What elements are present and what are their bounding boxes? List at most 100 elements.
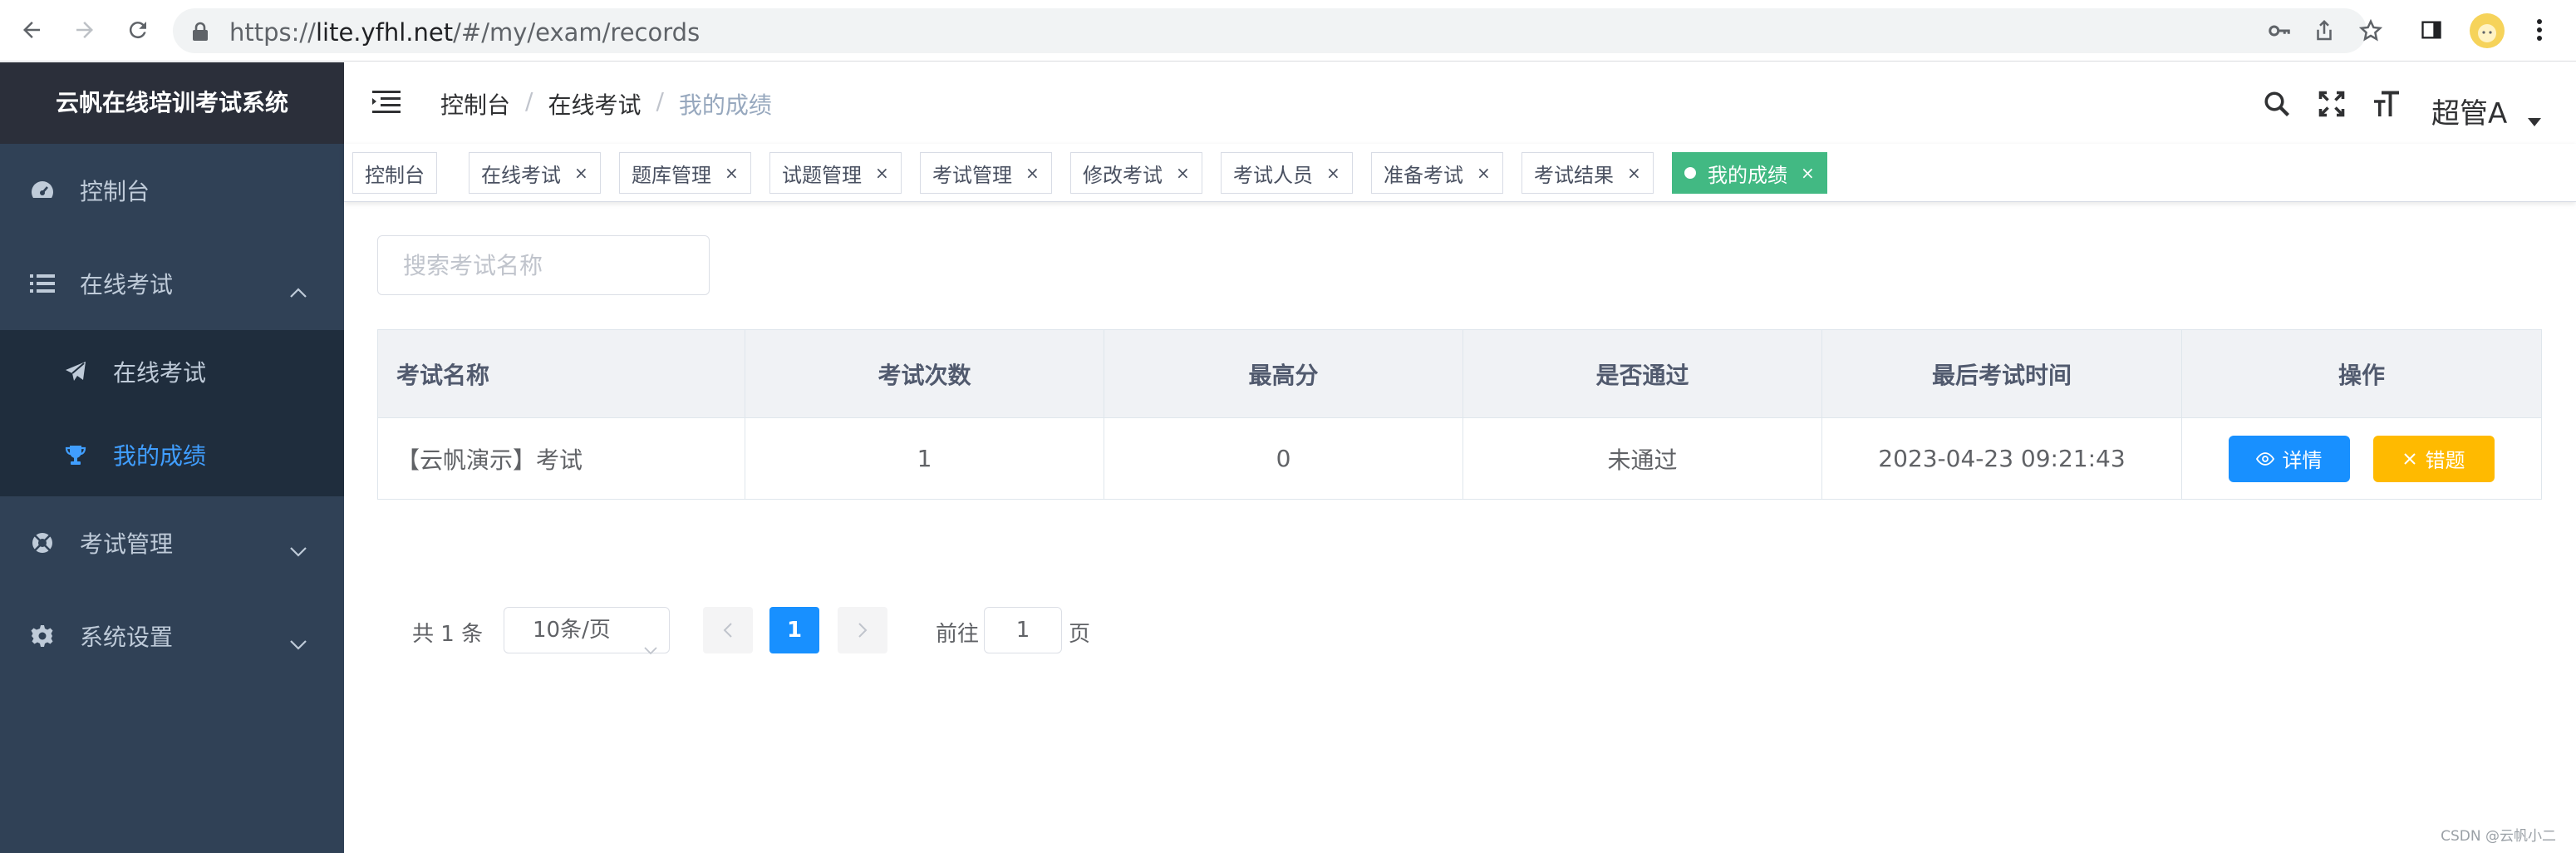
column-header-last-time: 最后考试时间 [1821, 329, 2182, 418]
goto-label: 前往 [936, 622, 980, 647]
address-bar[interactable]: https://lite.yfhl.net/#/my/exam/records [173, 8, 2383, 53]
sidebar: 云帆在线培训考试系统 控制台 在线考试 在线考试 我的成绩 考试管理 系统设置 [0, 62, 344, 853]
column-header-exam-name: 考试名称 [377, 329, 745, 418]
fullscreen-icon[interactable] [2313, 86, 2350, 122]
close-icon[interactable]: × [1326, 163, 1340, 183]
tag-label: 修改考试 [1083, 163, 1163, 187]
sidebar-item-label: 在线考试 [80, 271, 174, 298]
sidebar-subitem-label: 在线考试 [113, 359, 207, 387]
browser-toolbar: https://lite.yfhl.net/#/my/exam/records [0, 0, 2576, 62]
side-panel-icon[interactable] [2413, 12, 2450, 48]
close-icon[interactable]: × [725, 163, 739, 183]
forward-icon[interactable] [66, 12, 103, 48]
dashboard-icon [30, 178, 55, 203]
back-icon[interactable] [13, 12, 50, 48]
pagination-total: 共 1 条 [412, 622, 484, 647]
tag-edit-exam[interactable]: 修改考试 × [1070, 152, 1202, 194]
close-icon [2403, 452, 2416, 466]
sidebar-subitem-my-scores[interactable]: 我的成绩 [0, 413, 344, 496]
paper-plane-icon [63, 359, 88, 384]
table-header-row: 考试名称 考试次数 最高分 是否通过 最后考试时间 操作 [377, 329, 2542, 418]
close-icon[interactable]: × [1176, 163, 1190, 183]
share-icon[interactable] [2312, 18, 2337, 43]
app-title: 云帆在线培训考试系统 [0, 62, 344, 144]
tag-prepare-exam[interactable]: 准备考试 × [1371, 152, 1503, 194]
exam-records-table: 考试名称 考试次数 最高分 是否通过 最后考试时间 操作 【云帆演示】考试 1 … [377, 329, 2542, 500]
user-name[interactable]: 超管A [2431, 91, 2507, 131]
chevron-left-icon [723, 623, 732, 638]
close-icon[interactable]: × [1627, 163, 1641, 183]
column-header-actions: 操作 [2181, 329, 2542, 418]
reload-icon[interactable] [120, 12, 156, 48]
tags-view: 控制台 在线考试 × 题库管理 × 试题管理 × 考试管理 × 修改考试 × 考… [344, 144, 2576, 202]
page-size-select[interactable]: 10条/页 [504, 607, 670, 655]
bookmark-star-icon[interactable] [2358, 18, 2383, 43]
sidebar-item-online-exam[interactable]: 在线考试 [0, 237, 344, 330]
tag-label: 我的成绩 [1708, 163, 1787, 187]
tag-label: 准备考试 [1384, 163, 1463, 187]
tag-dashboard[interactable]: 控制台 [352, 152, 437, 194]
detail-button[interactable]: 详情 [2228, 435, 2350, 482]
close-icon[interactable]: × [574, 163, 588, 183]
wrong-questions-button[interactable]: 错题 [2373, 435, 2495, 482]
trophy-icon [63, 442, 88, 467]
tag-label: 考试结果 [1534, 163, 1614, 187]
detail-button-label: 详情 [2282, 449, 2323, 472]
list-icon [30, 271, 55, 296]
tag-question-bank[interactable]: 题库管理 × [619, 152, 751, 194]
tag-online-exam[interactable]: 在线考试 × [469, 152, 601, 194]
tag-label: 考试人员 [1233, 163, 1313, 187]
breadcrumb-item[interactable]: 控制台 [440, 87, 510, 121]
sidebar-subitem-label: 我的成绩 [113, 442, 207, 470]
browser-profile-avatar[interactable] [2470, 13, 2505, 48]
prev-page-button[interactable] [703, 607, 753, 653]
cell-last-time: 2023-04-23 09:21:43 [1821, 417, 2182, 500]
close-icon[interactable]: × [1025, 163, 1040, 183]
table-row: 【云帆演示】考试 1 0 未通过 2023-04-23 09:21:43 详情 … [377, 417, 2542, 500]
sidebar-item-system-settings[interactable]: 系统设置 [0, 589, 344, 683]
tag-label: 试题管理 [782, 163, 862, 187]
next-page-button[interactable] [838, 607, 887, 653]
close-icon[interactable]: × [875, 163, 889, 183]
tag-my-scores[interactable]: 我的成绩 × [1672, 152, 1827, 194]
chevron-right-icon [858, 623, 868, 638]
search-input[interactable] [377, 235, 710, 295]
tag-label: 考试管理 [932, 163, 1012, 187]
chevron-up-icon [289, 277, 307, 304]
url-text[interactable]: https://lite.yfhl.net/#/my/exam/records [229, 18, 700, 47]
goto-page-input[interactable]: 1 [984, 607, 1062, 653]
breadcrumb-separator: / [656, 87, 664, 115]
caret-down-icon[interactable] [2528, 114, 2541, 130]
chevron-down-icon [289, 629, 307, 657]
tag-exam-results[interactable]: 考试结果 × [1522, 152, 1654, 194]
tag-exam-management[interactable]: 考试管理 × [920, 152, 1052, 194]
wrong-questions-button-label: 错题 [2425, 449, 2465, 472]
cell-exam-name: 【云帆演示】考试 [377, 417, 745, 500]
font-size-icon[interactable] [2368, 86, 2405, 122]
sidebar-item-dashboard[interactable]: 控制台 [0, 144, 344, 237]
breadcrumb-item[interactable]: 在线考试 [548, 87, 641, 121]
sidebar-toggle-icon[interactable] [372, 89, 401, 117]
page-number-current[interactable]: 1 [769, 607, 819, 653]
lock-icon[interactable] [191, 22, 209, 42]
search-icon[interactable] [2259, 86, 2295, 122]
close-icon[interactable]: × [1801, 163, 1815, 183]
active-dot-icon [1684, 167, 1696, 179]
breadcrumb-current: 我的成绩 [678, 91, 772, 119]
close-icon[interactable]: × [1477, 163, 1491, 183]
sidebar-item-label: 考试管理 [80, 530, 174, 558]
tag-exam-personnel[interactable]: 考试人员 × [1221, 152, 1353, 194]
sidebar-subitem-online-exam[interactable]: 在线考试 [0, 330, 344, 413]
browser-menu-icon[interactable] [2521, 12, 2558, 48]
watermark: CSDN @云帆小二 [2441, 828, 2556, 845]
key-icon[interactable] [2267, 18, 2292, 43]
sidebar-item-label: 控制台 [80, 178, 150, 205]
column-header-tries: 考试次数 [745, 329, 1104, 418]
cell-tries: 1 [745, 417, 1104, 500]
page-size-value: 10条/页 [533, 618, 611, 643]
tag-question-management[interactable]: 试题管理 × [769, 152, 902, 194]
eye-icon [2255, 451, 2274, 466]
sidebar-submenu-online-exam: 在线考试 我的成绩 [0, 330, 344, 496]
breadcrumb-separator: / [525, 87, 533, 115]
sidebar-item-exam-management[interactable]: 考试管理 [0, 496, 344, 589]
